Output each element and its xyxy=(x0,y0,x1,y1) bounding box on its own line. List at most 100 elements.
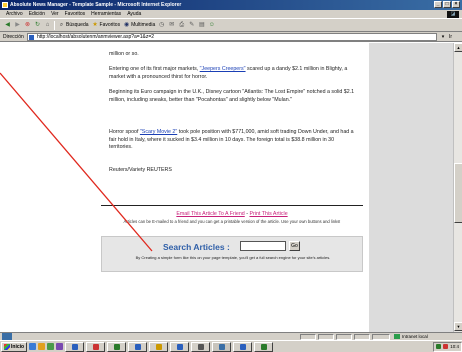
taskbar-button[interactable] xyxy=(149,341,169,352)
article-actions: Email This Article To A Friend - Print T… xyxy=(101,211,363,218)
article-text: Entering one of its first major markets, xyxy=(109,66,200,72)
menu-edicion[interactable]: Edición xyxy=(29,10,45,18)
page-viewport: million or so. Entering one of its first… xyxy=(0,43,453,332)
minimize-button[interactable]: _ xyxy=(434,1,442,8)
scary-movie-2-link[interactable]: "Scary Movie 2" xyxy=(140,129,177,135)
search-note: By Creating a simple form like this on y… xyxy=(135,255,331,260)
taskbar-button[interactable] xyxy=(254,341,274,352)
search-label: Search Articles : xyxy=(163,242,230,252)
taskbar-button-active[interactable] xyxy=(212,341,232,352)
left-margin xyxy=(0,43,75,332)
chevron-down-icon[interactable]: ▾ xyxy=(439,33,447,41)
taskbar-button[interactable] xyxy=(233,341,253,352)
taskbar-button[interactable] xyxy=(191,341,211,352)
history-button[interactable]: ◷ xyxy=(158,22,165,29)
back-button[interactable]: ◀ xyxy=(4,22,11,29)
window-controls: _ □ × xyxy=(434,1,460,8)
discuss-icon: ▤ xyxy=(198,21,205,28)
scroll-up-button[interactable]: ▲ xyxy=(454,43,462,52)
search-input[interactable] xyxy=(240,241,286,251)
menu-bar: Archivo Edición Ver Favoritos Herramient… xyxy=(0,10,462,19)
vertical-scrollbar[interactable]: ▲ ▼ xyxy=(453,43,462,332)
ie-app-icon xyxy=(2,2,8,8)
forward-button[interactable]: ▶ xyxy=(14,22,21,29)
address-input[interactable]: http://localhost/absolutenm/anmviewer.as… xyxy=(27,33,437,41)
article-paragraph-2: Beginning its Euro campaign in the U.K.,… xyxy=(109,89,355,103)
content-column xyxy=(75,43,369,332)
taskbar-button[interactable] xyxy=(170,341,190,352)
system-tray: 10:4 xyxy=(433,341,462,352)
window-title: Absolute News Manager - Template Sample … xyxy=(10,2,182,8)
quicklaunch-media-icon[interactable] xyxy=(56,343,64,350)
article-paragraph-3: Horror spoof "Scary Movie 2" took pole p… xyxy=(109,129,359,152)
home-button[interactable]: ⌂ xyxy=(44,22,51,29)
quicklaunch-ie-icon[interactable] xyxy=(29,343,37,350)
mail-icon: ✉ xyxy=(169,21,175,28)
maximize-button[interactable]: □ xyxy=(443,1,451,8)
browser-toolbar: ◀ ▶ ⊗ ↻ ⌂ ⌕ Búsqueda ★ Favoritos ◉ Multi… xyxy=(0,19,462,32)
refresh-button[interactable]: ↻ xyxy=(34,22,41,29)
network-icon[interactable] xyxy=(436,344,442,349)
windows-flag-icon xyxy=(4,343,10,350)
search-go-button[interactable]: Go xyxy=(289,241,300,251)
scroll-down-button[interactable]: ▼ xyxy=(454,322,462,331)
go-button[interactable]: Ir xyxy=(449,33,452,41)
taskbar-button[interactable] xyxy=(107,341,127,352)
email-article-link[interactable]: Email This Article To A Friend xyxy=(176,211,244,217)
menu-favoritos[interactable]: Favoritos xyxy=(65,10,86,18)
favorites-button-label: Favoritos xyxy=(99,22,121,28)
media-button[interactable]: ◉ Multimedia xyxy=(123,22,155,29)
task-app-icon xyxy=(176,343,183,350)
messenger-button[interactable]: ☺ xyxy=(208,22,215,29)
history-icon: ◷ xyxy=(159,21,165,28)
clock: 10:4 xyxy=(450,343,459,349)
taskbar-button[interactable] xyxy=(128,341,148,352)
address-label: Dirección xyxy=(3,34,24,40)
discuss-button[interactable]: ▤ xyxy=(198,22,205,29)
edit-icon: ✎ xyxy=(189,21,195,28)
task-app-icon xyxy=(197,343,204,350)
back-arrow-icon: ◀ xyxy=(5,21,10,28)
status-bar: Intranet local xyxy=(0,332,462,340)
mail-button[interactable]: ✉ xyxy=(168,22,175,29)
print-article-link[interactable]: Print This Article xyxy=(249,211,287,217)
quicklaunch-outlook-icon[interactable] xyxy=(38,343,46,350)
task-app-icon xyxy=(134,343,141,350)
taskbar-button[interactable] xyxy=(65,341,85,352)
task-app-icon xyxy=(71,343,78,350)
volume-icon[interactable] xyxy=(443,344,449,349)
menu-ver[interactable]: Ver xyxy=(51,10,59,18)
article-text: Horror spoof xyxy=(109,129,140,135)
article-paragraph-1: Entering one of its first major markets,… xyxy=(109,66,359,81)
search-button[interactable]: ⌕ Búsqueda xyxy=(58,22,89,29)
menu-ayuda[interactable]: Ayuda xyxy=(127,10,141,18)
jeepers-creepers-link[interactable]: "Jeepers Creepers" xyxy=(200,66,246,72)
refresh-icon: ↻ xyxy=(34,21,41,28)
task-app-icon xyxy=(155,343,162,350)
address-url: http://localhost/absolutenm/anmviewer.as… xyxy=(37,34,155,40)
taskbar-button[interactable] xyxy=(86,341,106,352)
security-zone: Intranet local xyxy=(394,333,428,340)
favorites-button[interactable]: ★ Favoritos xyxy=(92,22,121,29)
menu-herramientas[interactable]: Herramientas xyxy=(91,10,121,18)
close-button[interactable]: × xyxy=(452,1,460,8)
edit-button[interactable]: ✎ xyxy=(188,22,195,29)
search-icon: ⌕ xyxy=(59,21,64,28)
divider xyxy=(101,205,363,206)
zone-label: Intranet local xyxy=(402,334,428,339)
toolbar-separator xyxy=(54,20,55,30)
start-button[interactable]: Inicio xyxy=(1,341,28,352)
task-app-icon xyxy=(260,343,267,350)
status-page-icon xyxy=(2,333,12,340)
home-icon: ⌂ xyxy=(45,21,50,28)
address-bar: Dirección http://localhost/absolutenm/an… xyxy=(0,32,462,42)
windows-logo-icon: ◪ xyxy=(447,11,459,18)
print-button[interactable]: ⎙ xyxy=(178,22,185,29)
menu-archivo[interactable]: Archivo xyxy=(6,10,23,18)
media-button-label: Multimedia xyxy=(131,22,156,28)
task-app-icon xyxy=(113,343,120,350)
quicklaunch-desktop-icon[interactable] xyxy=(47,343,55,350)
stop-button[interactable]: ⊗ xyxy=(24,22,31,29)
task-app-icon xyxy=(92,343,99,350)
scroll-thumb[interactable] xyxy=(454,163,462,223)
